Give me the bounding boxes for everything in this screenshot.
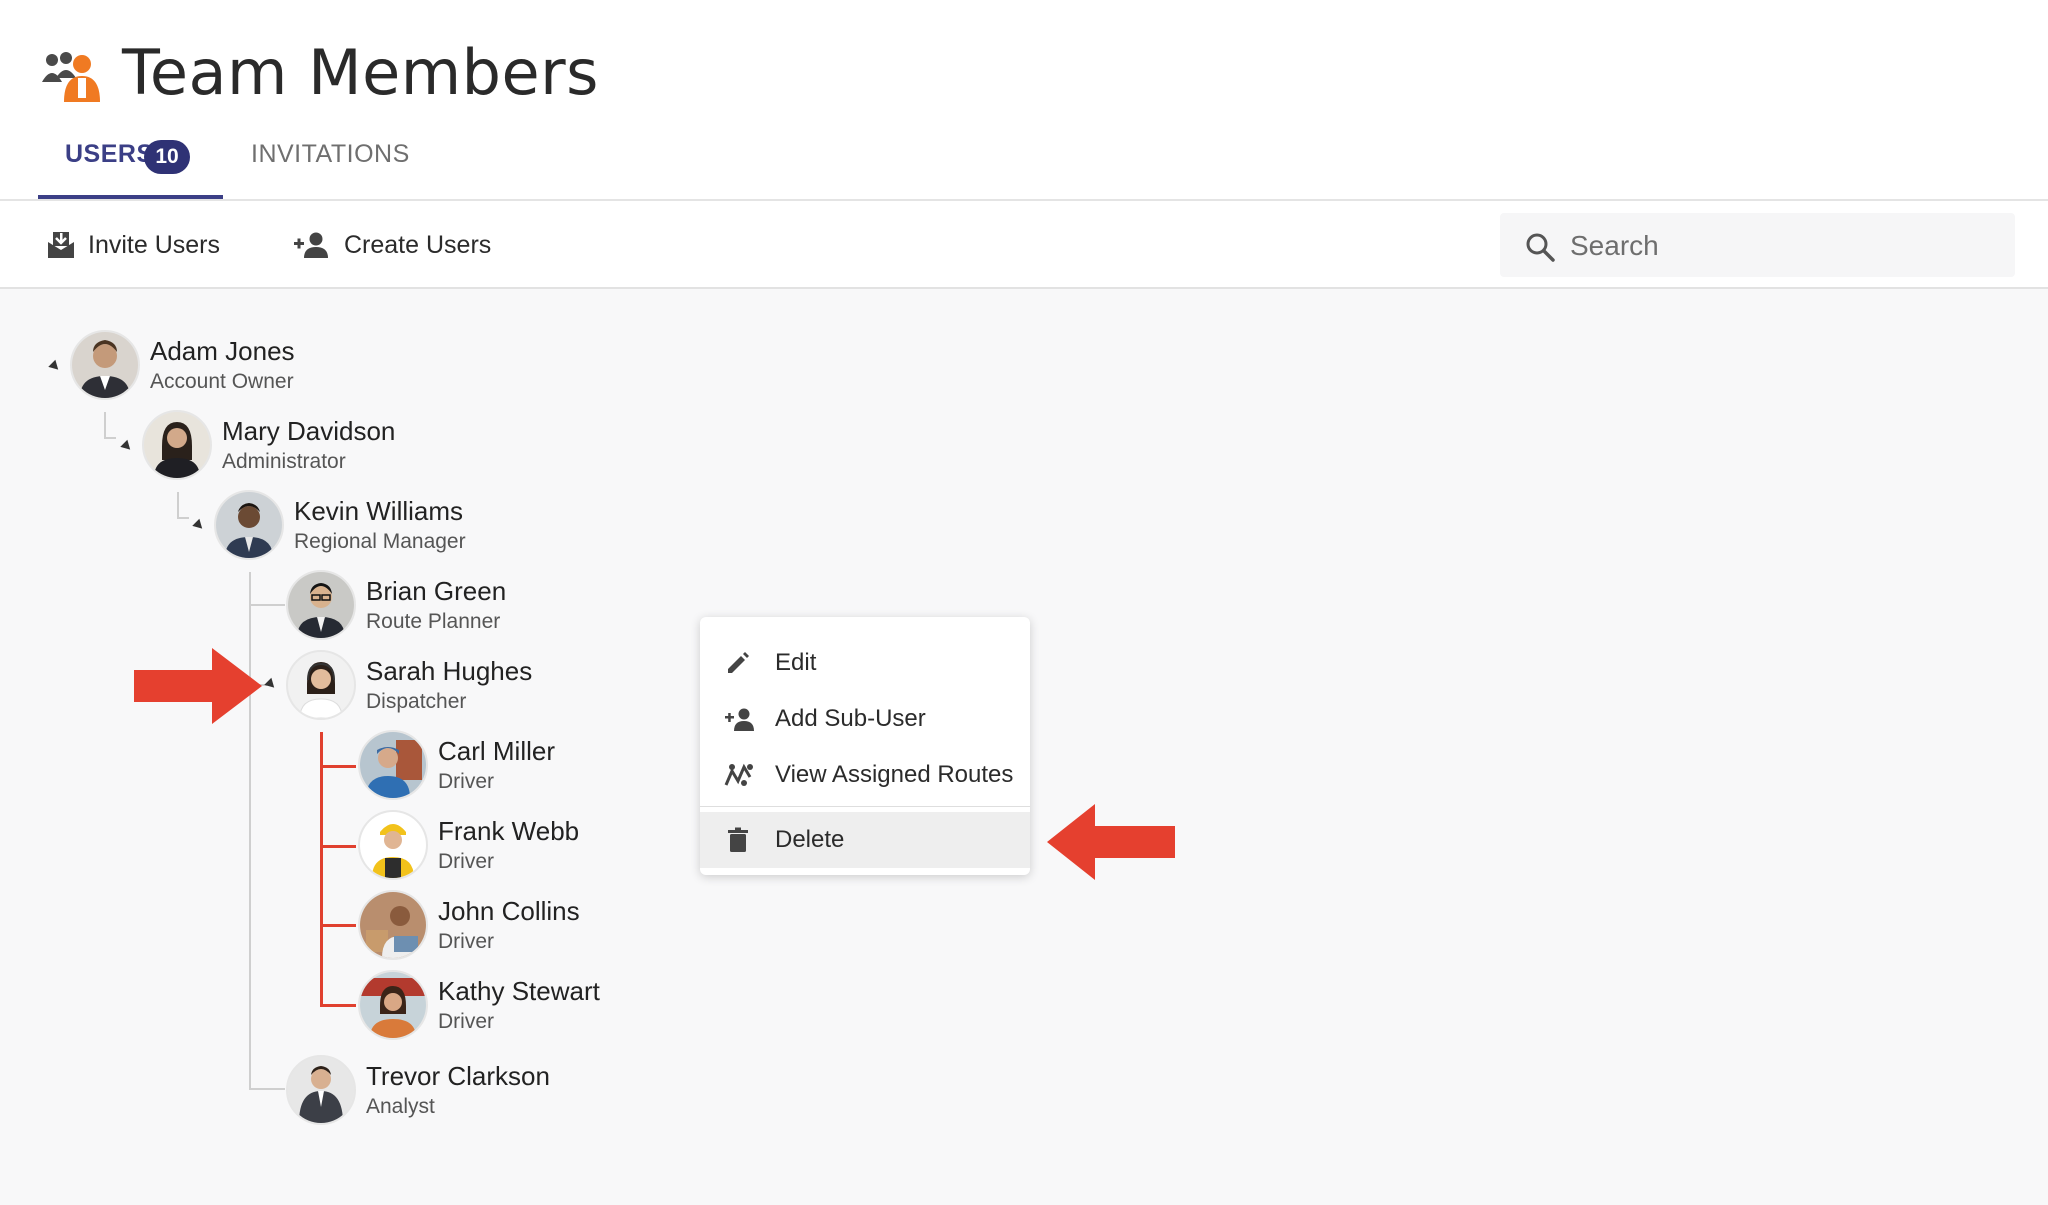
avatar [286,650,356,720]
invite-users-button[interactable]: Invite Users [46,227,220,263]
subtree-connector [320,845,356,848]
user-name: Carl Miller [438,736,555,766]
user-name: Kevin Williams [294,496,464,526]
pencil-icon [728,652,749,673]
menu-item-label: Delete [775,826,845,853]
menu-item-label: View Assigned Routes [775,761,1014,788]
user-role: Dispatcher [366,690,467,713]
collapse-toggle-icon[interactable] [120,439,134,454]
search-icon [1526,233,1555,262]
tab-invitations-label: INVITATIONS [251,140,410,168]
user-role: Route Planner [366,610,501,633]
collapse-toggle-icon[interactable] [192,518,206,533]
menu-item-add-sub-user[interactable]: Add Sub-User [700,691,1030,747]
subtree-connector [320,732,323,1006]
user-role: Driver [438,770,494,793]
menu-divider [700,806,1030,807]
tree-connector [177,492,179,518]
avatar [358,970,428,1040]
user-role: Driver [438,850,494,873]
menu-item-label: Add Sub-User [775,705,926,732]
collapse-toggle-icon[interactable] [264,677,278,692]
subtree-connector [320,765,356,768]
tree-connector [104,437,116,439]
menu-item-edit[interactable]: Edit [700,635,1030,691]
toolbar: Invite Users Create Users [0,201,2048,289]
tree-connector [249,1088,285,1090]
tree-connector [104,412,106,438]
invite-icon [48,232,74,258]
tree-connector [249,604,285,606]
tab-users[interactable]: USERS [65,140,154,169]
subtree-connector [320,924,356,927]
avatar [286,570,356,640]
search-input[interactable] [1568,225,1992,267]
add-user-icon [725,708,754,731]
page-header: Team Members USERS 10 INVITATIONS [0,0,2048,200]
trash-icon [728,827,748,852]
user-name: Brian Green [366,576,507,606]
create-users-button[interactable]: Create Users [292,227,491,263]
user-name: Trevor Clarkson [366,1061,550,1091]
routes-icon [724,763,753,786]
tree-connector [177,517,189,519]
user-name: Sarah Hughes [366,656,533,686]
subtree-connector [320,1004,356,1007]
user-role: Account Owner [150,370,294,393]
menu-item-label: Edit [775,649,817,676]
user-role: Driver [438,930,494,953]
avatar [358,810,428,880]
context-menu: Edit Add Sub-User View Assigned Routes D… [700,617,1030,875]
user-name: Adam Jones [150,336,295,366]
user-role: Regional Manager [294,530,466,553]
menu-item-view-assigned-routes[interactable]: View Assigned Routes [700,747,1030,803]
annotation-arrow-left [1047,804,1175,880]
user-role: Driver [438,1010,494,1033]
avatar [70,330,140,400]
avatar [358,890,428,960]
avatar [286,1055,356,1125]
avatar [358,730,428,800]
avatar [214,490,284,560]
add-user-icon [294,232,328,258]
invite-users-label: Invite Users [88,230,220,259]
search-box[interactable] [1500,213,2015,277]
tab-users-label: USERS [65,140,154,168]
user-role: Administrator [222,450,346,473]
user-name: Kathy Stewart [438,976,600,1006]
users-count-badge: 10 [144,140,190,174]
tab-invitations[interactable]: INVITATIONS [251,140,410,169]
collapse-toggle-icon[interactable] [48,359,62,374]
team-icon [42,52,100,102]
page-title: Team Members [122,36,599,109]
user-name: Frank Webb [438,816,580,846]
user-name: Mary Davidson [222,416,396,446]
avatar [142,410,212,480]
create-users-label: Create Users [344,230,492,259]
menu-item-delete[interactable]: Delete [700,812,1030,868]
annotation-arrow-right [134,648,262,724]
user-role: Analyst [366,1095,435,1118]
user-name: John Collins [438,896,580,926]
